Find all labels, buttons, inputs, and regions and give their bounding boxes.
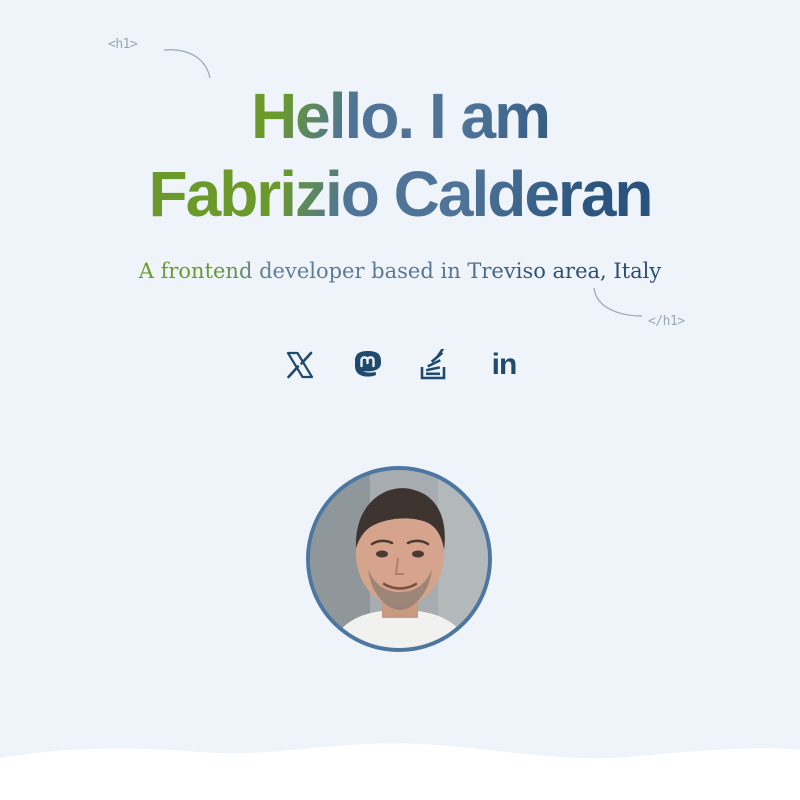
stackoverflow-link[interactable] <box>414 345 454 385</box>
close-tag-arrow <box>593 287 643 317</box>
x-icon <box>286 351 314 379</box>
stackoverflow-icon <box>420 349 446 380</box>
avatar-photo <box>310 470 488 648</box>
bottom-wave-decoration <box>0 743 800 800</box>
mastodon-link[interactable] <box>348 345 388 385</box>
hero-heading-line2: Fabrizio Calderan <box>0 162 800 226</box>
hero-heading-line1: Hello. I am <box>0 84 800 148</box>
hero-subtitle: A frontend developer based in Treviso ar… <box>0 256 800 286</box>
open-tag-arrow <box>163 49 211 79</box>
mastodon-icon <box>355 351 381 377</box>
avatar <box>306 466 492 652</box>
social-links: in <box>280 345 520 389</box>
linkedin-icon: in <box>491 348 518 381</box>
x-link[interactable] <box>280 345 320 385</box>
h1-close-tag: </h1> <box>648 314 685 329</box>
linkedin-link[interactable]: in <box>484 345 524 385</box>
h1-open-tag: <h1> <box>108 37 138 52</box>
